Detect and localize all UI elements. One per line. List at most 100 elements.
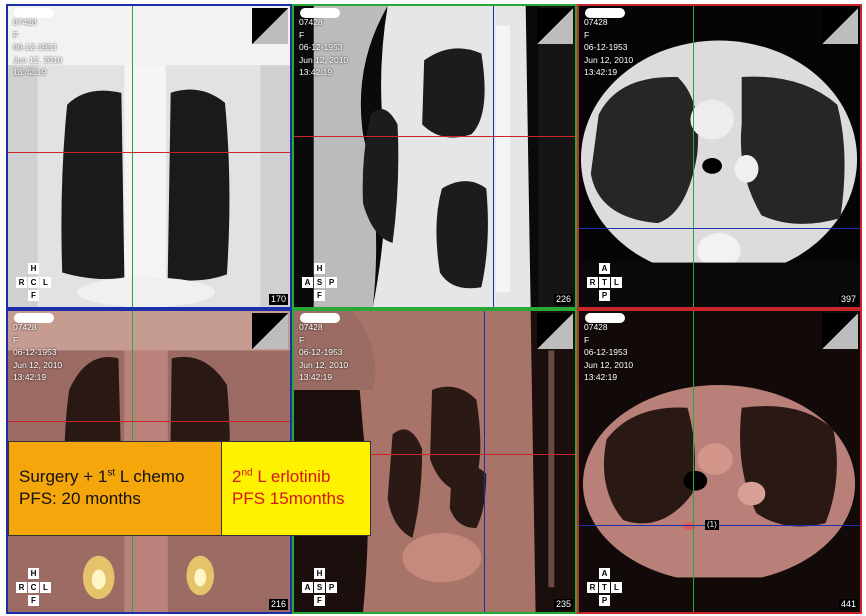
- patient-info-overlay: 07428 F 06-12-1953 Jun 12, 2010 13:42:19: [584, 16, 633, 79]
- orientation-bottom: F: [28, 595, 39, 606]
- second-line-treatment-panel: 2nd L erlotinib PFS 15months: [222, 442, 370, 535]
- second-line-pfs: PFS 15months: [232, 489, 345, 508]
- orientation-top: H: [314, 568, 325, 579]
- patient-dob: 06-12-1953: [13, 347, 57, 357]
- crosshair-vertical: [693, 6, 694, 307]
- orientation-right: L: [40, 582, 51, 593]
- patient-sex: F: [584, 29, 590, 40]
- orientation-right: P: [326, 277, 337, 288]
- orientation-compass-icon: A R T L P: [585, 568, 625, 608]
- corner-fold-icon[interactable]: [252, 8, 288, 44]
- viewport-coronal-ct[interactable]: 07428 F 06-12-1953 Jun 12, 2010 13:42:19…: [6, 4, 292, 309]
- slice-number: 441: [838, 599, 858, 610]
- patient-dob: 06-12-1953: [584, 42, 628, 52]
- corner-fold-icon[interactable]: [252, 313, 288, 349]
- corner-fold-icon[interactable]: [822, 8, 858, 44]
- patient-info-overlay: 07428 F 06-12-1953 Jun 12, 2010 13:42:19: [299, 321, 348, 384]
- orientation-right: L: [611, 277, 622, 288]
- orientation-left: R: [587, 582, 598, 593]
- orientation-bottom: F: [28, 290, 39, 301]
- orientation-bottom: P: [599, 595, 610, 606]
- orientation-compass-icon: H A S P F: [300, 568, 340, 608]
- orientation-left: R: [16, 277, 27, 288]
- patient-id: 07428: [299, 17, 323, 27]
- study-time: 13:42:19: [299, 372, 333, 382]
- study-time: 13:42:19: [299, 67, 333, 77]
- study-date: Jun 12, 2010: [13, 54, 63, 65]
- crosshair-horizontal: [579, 228, 860, 229]
- orientation-left: R: [587, 277, 598, 288]
- orientation-right: L: [40, 277, 51, 288]
- corner-fold-icon[interactable]: [822, 313, 858, 349]
- patient-id: 07428: [584, 17, 608, 27]
- crosshair-horizontal: [294, 136, 575, 137]
- viewport-axial-pet[interactable]: (1) 07428 F 06-12-1953 Jun 12, 2010 13:4…: [577, 309, 862, 614]
- patient-info-overlay: 07428 F 06-12-1953 Jun 12, 2010 13:42:19: [13, 16, 62, 79]
- patient-id: 07428: [13, 322, 37, 332]
- crosshair-horizontal: [8, 421, 290, 422]
- orientation-left: R: [16, 582, 27, 593]
- study-date: Jun 12, 2010: [584, 359, 634, 370]
- orientation-top: H: [28, 568, 39, 579]
- patient-dob: 06-12-1953: [299, 347, 343, 357]
- orientation-top: A: [599, 263, 610, 274]
- patient-id: 07428: [584, 322, 608, 332]
- crosshair-horizontal: [579, 525, 860, 526]
- patient-info-overlay: 07428 F 06-12-1953 Jun 12, 2010 13:42:19: [299, 16, 348, 79]
- patient-dob: 06-12-1953: [299, 42, 343, 52]
- study-date: Jun 12, 2010: [299, 359, 349, 370]
- corner-fold-icon[interactable]: [537, 8, 573, 44]
- first-line-treatment-panel: Surgery + 1st L chemo PFS: 20 months: [9, 442, 222, 535]
- orientation-right: L: [611, 582, 622, 593]
- crosshair-vertical: [693, 311, 694, 612]
- study-time: 13:42:19: [584, 372, 618, 382]
- orientation-compass-icon: H R C L F: [14, 568, 54, 608]
- viewport-axial-ct[interactable]: 07428 F 06-12-1953 Jun 12, 2010 13:42:19…: [577, 4, 862, 309]
- orientation-top: A: [599, 568, 610, 579]
- patient-id: 07428: [299, 322, 323, 332]
- orientation-center: S: [314, 277, 325, 288]
- patient-sex: F: [299, 29, 305, 40]
- viewport-sagittal-ct[interactable]: 07428 F 06-12-1953 Jun 12, 2010 13:42:19…: [292, 4, 577, 309]
- orientation-center: T: [599, 582, 610, 593]
- treatment-info-box: Surgery + 1st L chemo PFS: 20 months 2nd…: [8, 441, 371, 536]
- patient-sex: F: [13, 29, 19, 40]
- orientation-right: P: [326, 582, 337, 593]
- slice-number: 226: [553, 294, 573, 305]
- slice-number: 397: [838, 294, 858, 305]
- study-date: Jun 12, 2010: [584, 54, 634, 65]
- orientation-top: H: [28, 263, 39, 274]
- orientation-bottom: F: [314, 595, 325, 606]
- first-line-pfs: PFS: 20 months: [19, 489, 141, 508]
- orientation-center: S: [314, 582, 325, 593]
- orientation-bottom: F: [314, 290, 325, 301]
- orientation-compass-icon: H R C L F: [14, 263, 54, 303]
- crosshair-horizontal: [8, 152, 290, 153]
- orientation-bottom: P: [599, 290, 610, 301]
- study-date: Jun 12, 2010: [299, 54, 349, 65]
- patient-dob: 06-12-1953: [584, 347, 628, 357]
- patient-id: 07428: [13, 17, 37, 27]
- crosshair-vertical: [132, 6, 133, 307]
- corner-fold-icon[interactable]: [537, 313, 573, 349]
- orientation-center: C: [28, 582, 39, 593]
- first-line-treatment-label: Surgery + 1st L chemo: [19, 467, 185, 486]
- orientation-top: H: [314, 263, 325, 274]
- orientation-compass-icon: H A S P F: [300, 263, 340, 303]
- orientation-left: A: [302, 582, 313, 593]
- second-line-treatment-label: 2nd L erlotinib: [232, 467, 331, 486]
- slice-number: 216: [268, 599, 288, 610]
- orientation-compass-icon: A R T L P: [585, 263, 625, 303]
- lesion-marker[interactable]: (1): [705, 520, 719, 530]
- orientation-center: T: [599, 277, 610, 288]
- slice-number: 235: [553, 599, 573, 610]
- patient-dob: 06-12-1953: [13, 42, 57, 52]
- study-date: Jun 12, 2010: [13, 359, 63, 370]
- crosshair-vertical: [493, 6, 494, 307]
- patient-sex: F: [584, 334, 590, 345]
- patient-sex: F: [13, 334, 19, 345]
- study-time: 13:42:19: [584, 67, 618, 77]
- study-time: 13:42:19: [13, 372, 47, 382]
- study-time: 13:42:19: [13, 67, 47, 77]
- patient-info-overlay: 07428 F 06-12-1953 Jun 12, 2010 13:42:19: [13, 321, 62, 384]
